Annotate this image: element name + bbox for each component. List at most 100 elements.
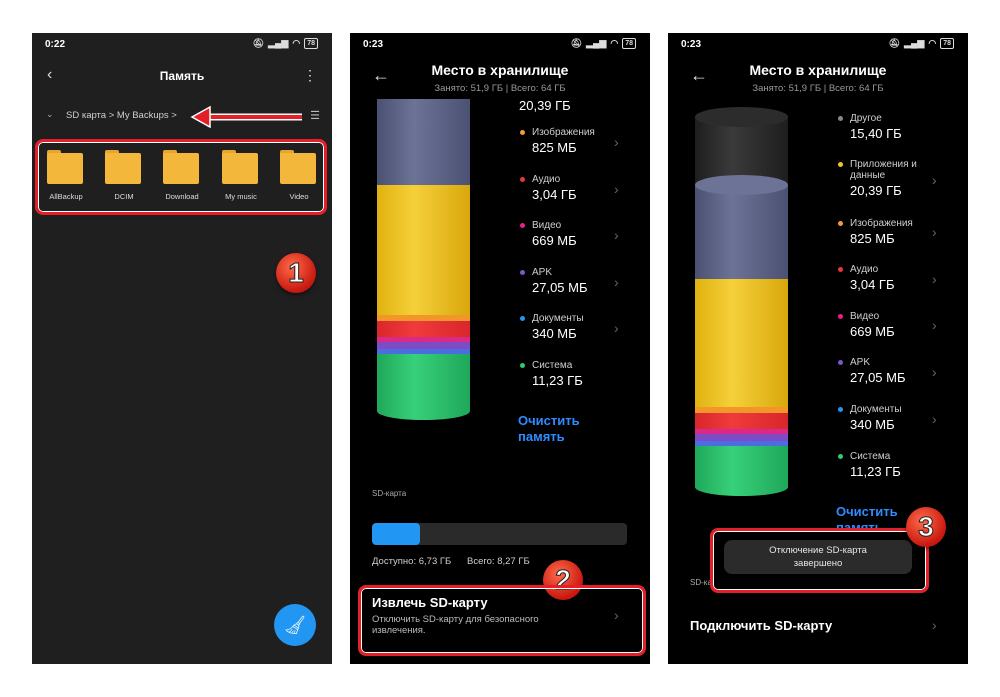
legend-dot [838,116,843,121]
legend-item-apk[interactable]: APK 27,05 МБ [838,357,958,385]
legend-item-images[interactable]: Изображения 825 МБ [520,127,640,155]
segment-audio [695,413,788,429]
legend-name: Изображения [532,127,595,138]
legend-item-system[interactable]: Система 11,23 ГБ [838,451,958,479]
legend-name: APK [850,357,871,368]
status-bar: 0:23 🔕︎ ▂▄▆ ◠ 78 [668,33,968,55]
status-icons: 🔕︎ ▂▄▆ ◠ 78 [253,38,318,49]
legend-value: 825 МБ [850,231,895,246]
storage-cylinder [377,99,470,427]
segment-system [377,354,470,420]
clear-memory-button[interactable]: Очистить память [518,413,580,445]
legend-name: Изображения [850,218,913,229]
storage-cylinder [695,107,788,497]
status-time: 0:22 [45,39,66,50]
legend-item-audio[interactable]: Аудио 3,04 ГБ [520,174,640,202]
sd-available: Доступно: 6,73 ГБ [372,556,452,567]
segment-other [377,99,470,185]
toast-message: Отключение SD-карта завершено [724,540,912,574]
wifi-icon: ◠ [610,38,619,48]
page-title: Место в хранилище [431,62,569,78]
legend-item-docs[interactable]: Документы 340 МБ [838,404,958,432]
eject-title: Извлечь SD-карту [372,595,488,610]
legend-item-apps[interactable]: Приложения и данные 20,39 ГБ [838,159,928,198]
sd-card-section-label: SD-карта [372,489,407,498]
legend-item-apps[interactable]: 20,39 ГБ [507,96,627,113]
storage-screen-after-eject: 0:23 🔕︎ ▂▄▆ ◠ 78 ← Место в хранилище Зан… [668,33,968,664]
chevron-right-icon: › [932,271,937,287]
toast-line2: завершено [793,558,843,569]
legend-name: Приложения и данные [850,159,917,181]
legend-value: 15,40 ГБ [850,126,902,141]
legend-item-audio[interactable]: Аудио 3,04 ГБ [838,264,958,292]
status-time: 0:23 [681,39,702,50]
legend-name: Другое [850,113,882,124]
legend-item-apk[interactable]: APK 27,05 МБ [520,267,640,295]
legend-name: Видео [532,220,562,231]
legend-item-video[interactable]: Видео 669 МБ [520,220,640,248]
folder-video[interactable]: Video [280,150,318,201]
legend-value: 27,05 МБ [850,370,906,385]
legend-value: 340 МБ [532,326,577,341]
folder-download[interactable]: Download [163,150,201,201]
folder-icon [163,150,199,184]
legend-item-docs[interactable]: Документы 340 МБ [520,313,640,341]
chevron-right-icon: › [614,227,619,243]
legend-name: Документы [850,404,902,415]
battery-icon: 78 [940,38,954,49]
chevron-right-icon: › [614,134,619,150]
list-view-icon[interactable]: ☰ [310,109,320,122]
eject-sd-button[interactable]: Извлечь SD-карту Отключить SD-карту для … [372,595,612,636]
legend-name: Видео [850,311,880,322]
folder-allbackup[interactable]: AllBackup [47,150,85,201]
segment-apk [377,342,470,349]
toast-line1: Отключение SD-карта [769,545,867,556]
legend-name: Аудио [532,174,561,185]
legend-item-system[interactable]: Система 11,23 ГБ [520,360,640,388]
storage-screen: 0:23 🔕︎ ▂▄▆ ◠ 78 ← Место в хранилище Зан… [350,33,650,664]
eject-desc-line2: извлечения. [372,625,426,636]
legend-value: 11,23 ГБ [532,373,583,388]
folder-dcim[interactable]: DCIM [105,150,143,201]
step-badge: 3 [906,507,946,547]
clean-fab[interactable]: 🧹︎ [274,604,316,646]
eject-desc-line1: Отключить SD-карту для безопасного [372,614,539,625]
legend-item-video[interactable]: Видео 669 МБ [838,311,958,339]
legend-dot [838,314,843,319]
legend-name: Аудио [850,264,879,275]
status-time: 0:23 [363,39,384,50]
segment-apps-top [695,175,788,195]
cylinder-top [695,107,788,127]
legend-dot [838,267,843,272]
wifi-icon: ◠ [928,38,937,48]
sd-card-section-label: SD-ка [690,578,712,587]
broom-icon: 🧹︎ [283,614,307,635]
sd-total: Всего: 8,27 ГБ [467,556,530,567]
sd-usage-bar [372,523,627,545]
battery-icon: 78 [622,38,636,49]
legend-name: APK [532,267,553,278]
more-menu-icon[interactable]: ⋮ [303,67,317,84]
folder-label: AllBackup [49,192,83,201]
folder-label: DCIM [114,192,134,201]
legend-dot [520,363,525,368]
folder-my-music[interactable]: My music [222,150,260,201]
page-subtitle: Занято: 51,9 ГБ | Всего: 64 ГБ [752,83,884,94]
step-badge: 1 [276,253,316,293]
chevron-right-icon: › [932,364,937,380]
legend-name: Система [850,451,891,462]
legend-item-other[interactable]: Другое 15,40 ГБ [838,113,958,141]
legend-value: 3,04 ГБ [532,187,577,202]
connect-sd-button[interactable]: Подключить SD-карту [690,618,832,633]
clear-label-line2: память [518,429,565,444]
signal-icon: ▂▄▆ [904,38,925,48]
collapse-chevron-icon[interactable]: ⌄ [46,109,54,120]
legend-item-images[interactable]: Изображения 825 МБ [838,218,958,246]
breadcrumb[interactable]: SD карта > My Backups > [66,110,177,121]
segment-apps [377,185,470,315]
mute-icon: 🔕︎ [252,38,265,48]
folder-label: My music [225,192,257,201]
signal-icon: ▂▄▆ [268,38,289,48]
clear-label-line1: Очистить [518,413,580,428]
folder-icon [105,150,141,184]
